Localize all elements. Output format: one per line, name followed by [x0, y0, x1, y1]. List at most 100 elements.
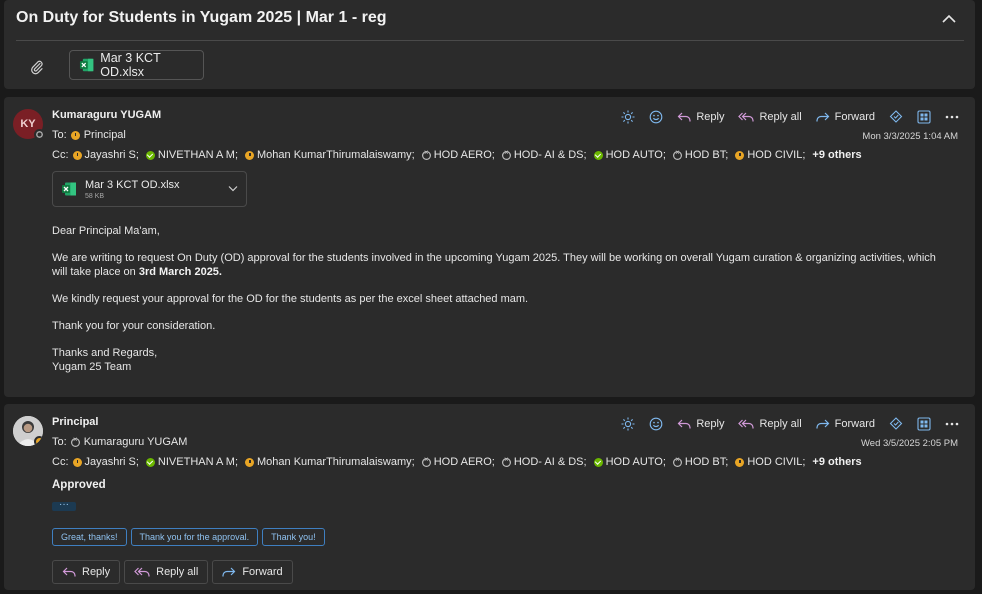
to-line: To: Kumaraguru YUGAM	[52, 435, 188, 449]
reply-all-button[interactable]: Reply all	[732, 106, 807, 128]
signature-line: Yugam 25 Team	[52, 361, 132, 373]
attachments-button[interactable]	[26, 56, 48, 78]
avatar[interactable]	[13, 416, 43, 446]
cc-recipient[interactable]: HOD BT;	[673, 148, 729, 162]
presence-offline-icon	[34, 129, 45, 140]
cc-recipient[interactable]: Jayashri S;	[72, 456, 139, 468]
cc-recipient-name: NIVETHAN A M;	[157, 456, 238, 468]
cc-recipient[interactable]: HOD BT;	[673, 455, 728, 469]
excel-icon	[62, 182, 76, 196]
reply-all-button[interactable]: Reply all	[732, 413, 807, 435]
body-paragraph: Thank you for your consideration.	[52, 320, 216, 332]
suggested-replies: Great, thanks! Thank you for the approva…	[52, 528, 325, 546]
status-offline-icon	[673, 148, 682, 160]
cc-recipient-name: HOD AUTO;	[605, 149, 666, 161]
grid-icon	[917, 417, 931, 431]
show-quoted-text-button[interactable]: ···	[52, 500, 76, 511]
to-recipient[interactable]: Principal	[84, 129, 126, 141]
to-label: To:	[52, 436, 67, 448]
more-actions-button[interactable]	[939, 106, 965, 128]
status-away-icon	[245, 457, 254, 467]
body-paragraph: We are writing to request On Duty (OD) a…	[52, 251, 952, 279]
cc-recipient[interactable]: HOD AERO;	[422, 455, 495, 469]
sender-name[interactable]: Principal	[52, 416, 98, 428]
reply-button[interactable]: Reply	[671, 413, 730, 435]
forward-button[interactable]: Forward	[810, 413, 881, 435]
cc-recipient-name: Mohan KumarThirumalaiswamy;	[257, 456, 415, 468]
cc-recipient[interactable]: HOD AUTO;	[593, 456, 666, 468]
avatar[interactable]: KY	[13, 109, 45, 140]
apps-button[interactable]	[883, 413, 909, 435]
more-actions-button[interactable]	[939, 413, 965, 435]
suggested-reply[interactable]: Thank you for the approval.	[130, 528, 259, 546]
reply-all-icon	[738, 419, 755, 429]
cc-recipient-name: HOD BT;	[684, 149, 729, 161]
cc-recipient[interactable]: Mohan KumarThirumalaiswamy;	[245, 149, 415, 161]
status-available-icon	[593, 457, 603, 467]
summary-button[interactable]	[615, 413, 641, 435]
sender-name[interactable]: Kumaraguru YUGAM	[52, 109, 161, 121]
cc-recipient-name: HOD AERO;	[433, 149, 495, 161]
to-label: To:	[52, 129, 67, 141]
status-available-icon	[593, 150, 603, 160]
status-offline-icon	[422, 455, 431, 467]
reply-icon	[677, 419, 691, 429]
reply-button[interactable]: Reply	[671, 106, 730, 128]
cc-recipient[interactable]: HOD AERO;	[422, 148, 495, 162]
cc-recipient-name: Mohan KumarThirumalaiswamy;	[257, 149, 415, 161]
to-recipient[interactable]: Kumaraguru YUGAM	[84, 436, 188, 448]
message-date: Mon 3/3/2025 1:04 AM	[862, 131, 958, 142]
cc-recipient[interactable]: HOD CIVIL;	[735, 149, 805, 161]
react-button[interactable]	[643, 413, 669, 435]
react-button[interactable]	[643, 106, 669, 128]
immersive-reader-button[interactable]	[911, 413, 937, 435]
status-away-icon	[245, 150, 254, 160]
reply-all-label: Reply all	[759, 111, 802, 123]
suggested-reply[interactable]: Thank you!	[262, 528, 325, 546]
smiley-icon	[649, 417, 663, 431]
apps-button[interactable]	[883, 106, 909, 128]
cc-more-button[interactable]: +9 others	[812, 149, 861, 161]
reply-button[interactable]: Reply	[52, 560, 121, 584]
divider	[16, 40, 964, 41]
cc-recipient[interactable]: HOD AUTO;	[593, 149, 666, 161]
status-offline-icon	[673, 455, 682, 467]
reply-all-label: Reply all	[156, 566, 199, 578]
body-paragraph: We kindly request your approval for the …	[52, 293, 529, 305]
reply-icon	[677, 112, 691, 122]
message-card: KY Kumaraguru YUGAM To: Principal Cc: Ja…	[4, 97, 975, 397]
cc-recipient[interactable]: NIVETHAN A M;	[145, 456, 238, 468]
cc-recipient-name: HOD CIVIL;	[747, 456, 806, 468]
cc-recipient[interactable]: Jayashri S;	[72, 149, 139, 161]
chevron-down-icon	[228, 186, 238, 192]
attachment-size: 58 KB	[85, 192, 105, 200]
to-line: To: Principal	[52, 129, 126, 141]
forward-button[interactable]: Forward	[810, 106, 881, 128]
body-bold-date: 3rd March 2025.	[138, 266, 222, 278]
cc-recipient[interactable]: HOD CIVIL;	[735, 456, 805, 468]
suggested-reply[interactable]: Great, thanks!	[52, 528, 127, 546]
immersive-reader-button[interactable]	[911, 106, 937, 128]
avatar-initials: KY	[20, 118, 36, 130]
collapse-thread-button[interactable]	[938, 7, 960, 29]
cc-line: Cc: Jayashri S; NIVETHAN A M; Mohan Kuma…	[52, 148, 862, 162]
status-offline-icon	[422, 148, 431, 160]
forward-button[interactable]: Forward	[212, 560, 293, 584]
cc-label: Cc:	[52, 456, 69, 468]
message-actions: Reply Reply all Forward	[615, 106, 965, 128]
attachment-card[interactable]: Mar 3 KCT OD.xlsx 58 KB	[52, 171, 247, 207]
attachment-chip[interactable]: Mar 3 KCT OD.xlsx	[69, 50, 204, 80]
cc-recipient-name: Jayashri S;	[84, 149, 139, 161]
cc-recipient[interactable]: Mohan KumarThirumalaiswamy;	[245, 456, 415, 468]
attachment-menu-button[interactable]	[228, 183, 238, 195]
cc-recipient[interactable]: HOD- AI & DS;	[502, 148, 587, 162]
cc-recipient[interactable]: NIVETHAN A M;	[145, 149, 238, 161]
status-available-icon	[145, 150, 155, 160]
chevron-up-icon	[942, 14, 956, 23]
reply-all-button[interactable]: Reply all	[124, 560, 209, 584]
cc-recipient[interactable]: HOD- AI & DS;	[502, 455, 587, 469]
presence-away-icon	[34, 436, 43, 446]
cc-more-button[interactable]: +9 others	[812, 456, 861, 468]
forward-label: Forward	[242, 566, 283, 578]
summary-button[interactable]	[615, 106, 641, 128]
